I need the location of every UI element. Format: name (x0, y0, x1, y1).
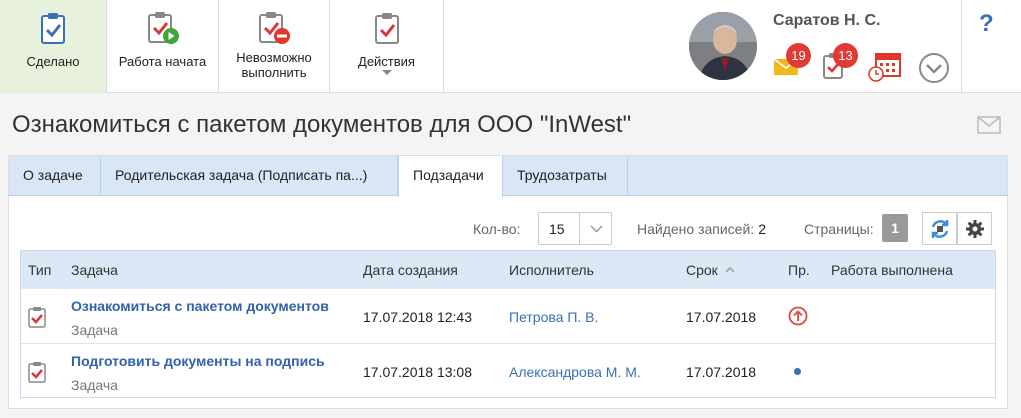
task-type-icon (28, 307, 46, 328)
created-date: 17.07.2018 13:08 (363, 364, 472, 380)
avatar[interactable] (689, 12, 757, 80)
col-due-label: Срок (686, 262, 718, 278)
page-number-button[interactable]: 1 (882, 214, 908, 242)
chevron-down-circle-icon[interactable] (918, 52, 950, 84)
checklist-icon (41, 13, 65, 44)
refresh-icon (931, 219, 948, 238)
col-task[interactable]: Задача (71, 262, 118, 278)
help-icon: ? (979, 10, 994, 37)
table-row[interactable]: Ознакомиться с пакетом документов Задача… (21, 289, 995, 344)
task-type-icon (28, 362, 46, 383)
chevron-down-icon (590, 225, 603, 233)
sort-ascending-icon (724, 266, 735, 273)
records-found-label: Найдено записей: (637, 221, 755, 237)
cannot-complete-button[interactable]: Невозможно выполнить (219, 0, 330, 93)
checklist-play-icon (147, 12, 179, 44)
user-panel: Саратов Н. С. 19 13 (444, 0, 962, 93)
records-found: Найдено записей: 2 (637, 221, 766, 237)
user-photo-icon (689, 12, 757, 80)
pages-label: Страницы: (804, 221, 874, 237)
actions-menu-button[interactable]: Действия (330, 0, 444, 93)
help-button[interactable]: ? (962, 0, 1021, 93)
tab-subtasks[interactable]: Подзадачи (398, 156, 503, 197)
checklist-stop-icon (259, 12, 290, 44)
due-date: 17.07.2018 (686, 309, 757, 325)
gear-icon (965, 219, 984, 238)
subtasks-table: Тип Задача Дата создания Исполнитель Сро… (20, 250, 996, 398)
count-select-arrow[interactable] (579, 213, 612, 244)
due-date: 17.07.2018 (686, 364, 757, 380)
chevron-down-icon (381, 70, 392, 75)
col-created[interactable]: Дата создания (363, 262, 458, 278)
normal-priority-dot-icon (794, 368, 801, 375)
created-date: 17.07.2018 12:43 (363, 309, 472, 325)
actions-label: Действия (358, 54, 415, 69)
executor-link[interactable]: Александрова М. М. (509, 364, 641, 380)
table-row[interactable]: Подготовить документы на подпись Задача … (21, 344, 995, 399)
mail-count-badge: 19 (786, 43, 811, 68)
col-work-done[interactable]: Работа выполнена (831, 262, 953, 278)
settings-button[interactable] (957, 212, 992, 245)
toolbar: Сделано Работа начата Невозможно выполни… (0, 0, 1021, 93)
records-found-value: 2 (758, 221, 766, 237)
done-label: Сделано (26, 54, 80, 69)
col-due[interactable]: Срок (686, 262, 736, 278)
tab-parent-task[interactable]: Родительская задача (Подписать па...) (101, 156, 398, 196)
count-value: 15 (549, 221, 565, 237)
cannot-complete-label: Невозможно выполнить (236, 50, 312, 80)
cannot-complete-line-2: выполнить (241, 65, 307, 80)
page-title: Ознакомиться с пакетом документов для ОО… (12, 111, 632, 138)
tab-labor-costs[interactable]: Трудозатраты (503, 156, 628, 196)
task-link[interactable]: Подготовить документы на подпись (71, 353, 325, 369)
user-name[interactable]: Саратов Н. С. (773, 12, 880, 30)
tab-about-task[interactable]: О задаче (9, 156, 101, 196)
task-count-badge: 13 (833, 43, 858, 68)
count-label: Кол-во: (473, 221, 521, 237)
col-executor[interactable]: Исполнитель (509, 262, 594, 278)
tab-bar: О задаче Родительская задача (Подписать … (9, 156, 1007, 197)
executor-link[interactable]: Петрова П. В. (509, 309, 598, 325)
refresh-button[interactable] (922, 212, 957, 245)
start-work-button[interactable]: Работа начата (107, 0, 219, 93)
done-button[interactable]: Сделано (0, 0, 107, 93)
col-type[interactable]: Тип (28, 262, 51, 278)
count-select[interactable]: 15 (538, 212, 612, 245)
task-type: Задача (71, 322, 118, 338)
calendar-clock-icon[interactable] (868, 52, 902, 82)
checklist-icon (374, 13, 399, 44)
start-work-label: Работа начата (118, 54, 207, 69)
task-type: Задача (71, 377, 118, 393)
cannot-complete-line-1: Невозможно (236, 50, 312, 65)
arrow-up-circle-icon (788, 306, 808, 326)
table-header: Тип Задача Дата создания Исполнитель Сро… (21, 251, 995, 289)
mail-icon[interactable] (977, 116, 1001, 134)
task-link[interactable]: Ознакомиться с пакетом документов (71, 298, 329, 314)
col-priority[interactable]: Пр. (788, 262, 810, 278)
